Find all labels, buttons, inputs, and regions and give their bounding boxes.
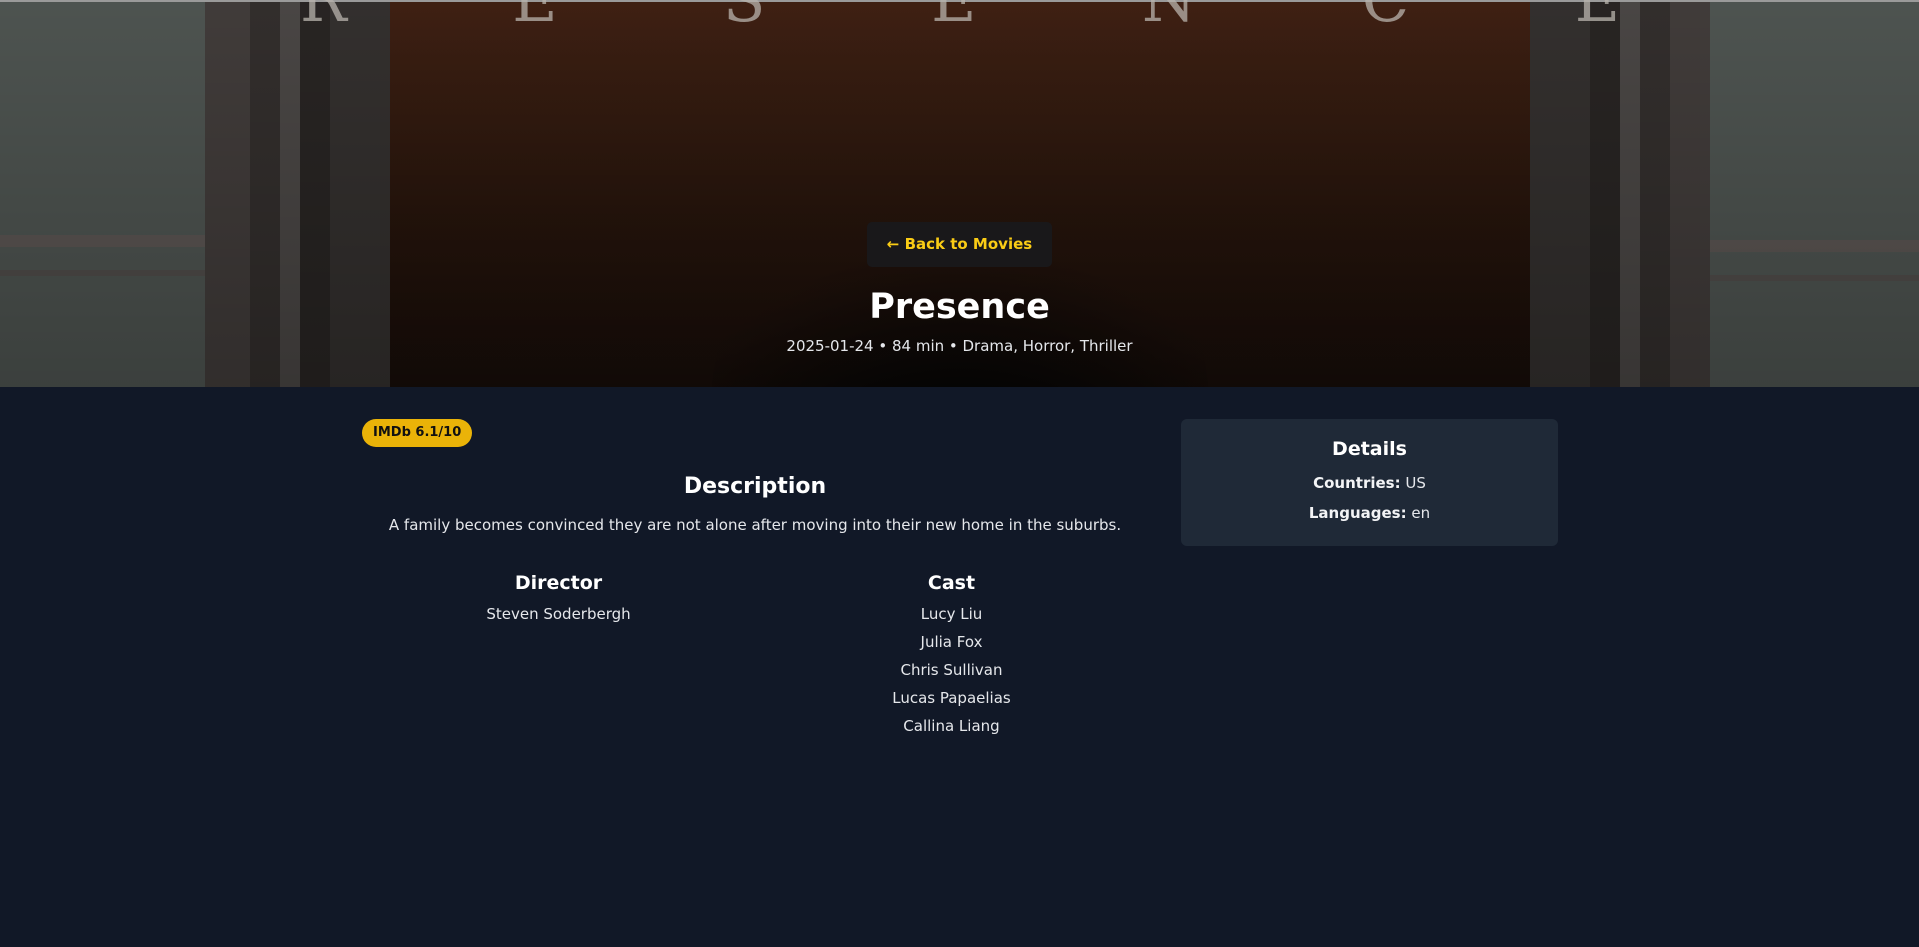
director-list: Steven Soderbergh [362,604,755,624]
cast-member: Chris Sullivan [900,661,1003,679]
details-card: Details Countries: US Languages: en [1181,419,1558,546]
poster-letter: E [512,0,557,31]
credits-section: Director Steven Soderbergh Cast Lucy Liu… [362,571,1148,744]
hero-content: ← Back to Movies Presence 2025-01-24 • 8… [0,222,1919,356]
main-content: IMDb 6.1/10 Description A family becomes… [0,387,1919,947]
director-name: Steven Soderbergh [486,605,631,623]
description-text: A family becomes convinced they are not … [388,516,1122,534]
details-heading: Details [1332,438,1407,460]
poster-letter: S [723,0,765,31]
countries-value: US [1405,474,1426,492]
languages-value: en [1411,504,1431,522]
poster-letter: N [1142,0,1196,31]
languages-label: Languages: [1308,504,1407,522]
countries-row: Countries: US [1181,473,1558,493]
countries-label: Countries: [1313,474,1401,492]
cast-member: Lucas Papaelias [892,689,1011,707]
cast-heading: Cast [927,572,976,594]
movie-title: Presence [869,287,1050,327]
poster-title-letters: R E S E N C E [300,0,1620,31]
cast-member: Lucy Liu [920,605,983,623]
poster-letter: C [1362,0,1409,31]
cast-section: Cast Lucy Liu Julia Fox Chris Sullivan L… [755,571,1148,744]
director-heading: Director [514,572,603,594]
director-section: Director Steven Soderbergh [362,571,755,744]
cast-member: Callina Liang [903,717,1000,735]
cast-list: Lucy Liu Julia Fox Chris Sullivan Lucas … [755,604,1148,736]
movie-meta: 2025-01-24 • 84 min • Drama, Horror, Thr… [786,337,1133,355]
poster-letter: E [1575,0,1620,31]
poster-letter: E [931,0,976,31]
poster-letter: R [300,0,347,31]
imdb-rating-badge: IMDb 6.1/10 [362,419,473,447]
description-heading: Description [683,474,827,499]
cast-member: Julia Fox [920,633,983,651]
languages-row: Languages: en [1181,503,1558,523]
movie-info-column: IMDb 6.1/10 Description A family becomes… [362,419,1148,744]
back-to-movies-button[interactable]: ← Back to Movies [866,222,1053,267]
hero-banner: R E S E N C E ← Back to Movies Presence … [0,0,1919,387]
